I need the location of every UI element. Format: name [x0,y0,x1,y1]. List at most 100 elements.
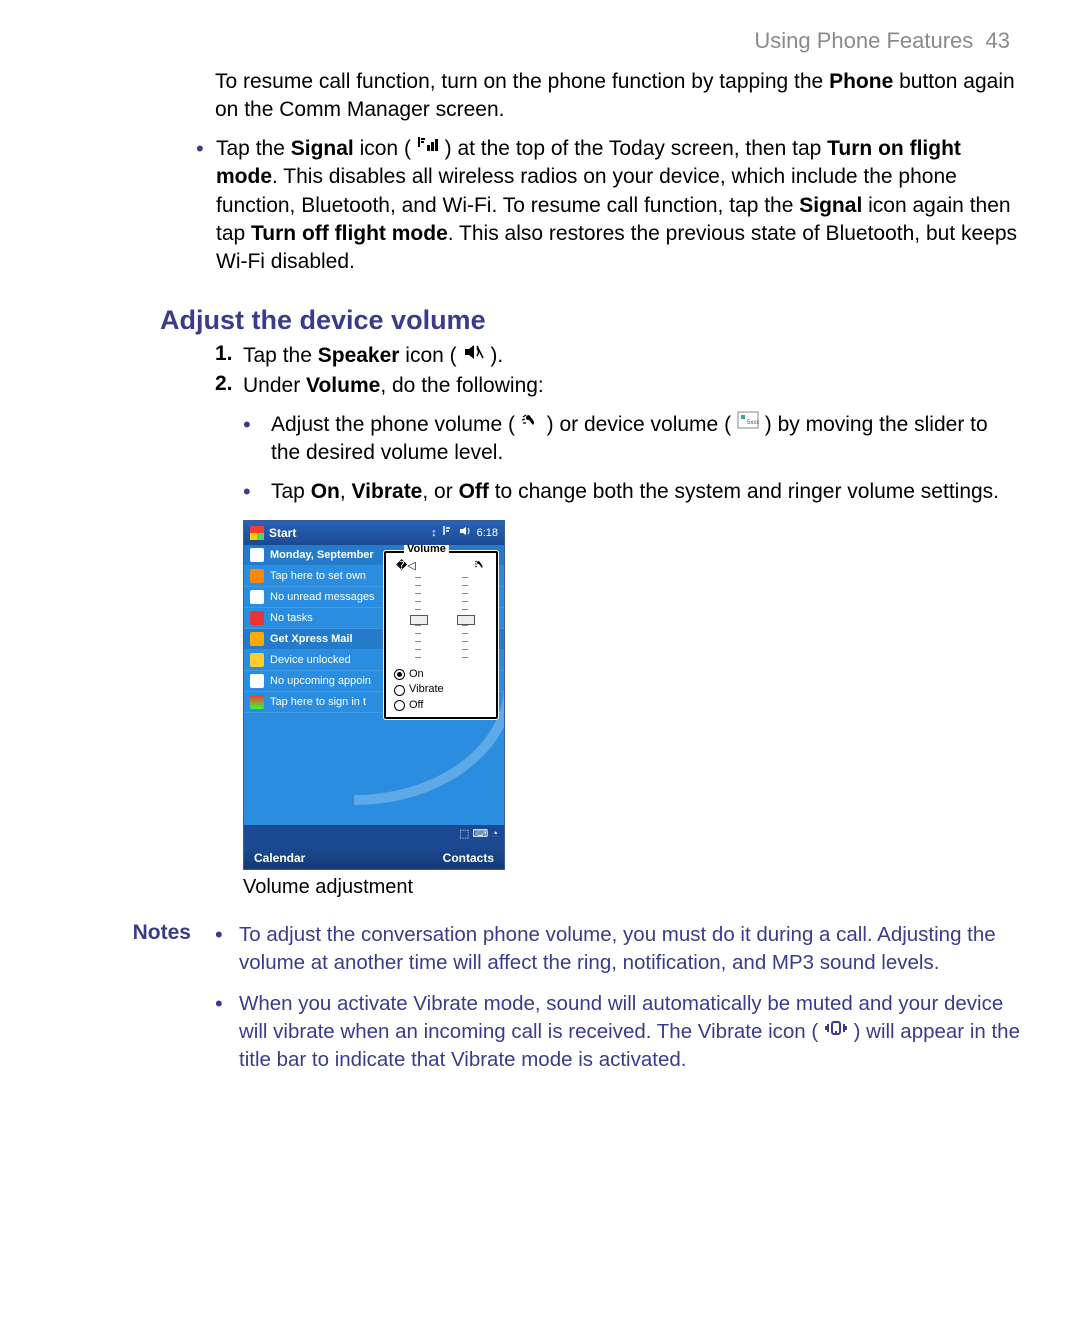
slider-thumb[interactable] [457,615,475,625]
tasks-icon [250,611,264,625]
sub-text: Adjust the phone volume ( ) or device vo… [271,411,1020,468]
text: ). [485,344,504,367]
popup-title: Volume [404,545,449,555]
text: Under [243,374,306,397]
mail-icon [250,590,264,604]
radio-icon [394,685,405,696]
note-text: To adjust the conversation phone volume,… [239,921,1020,976]
list-item-2: 2. Under Volume, do the following: [215,372,1020,400]
device-volume-icon: 5xxx [737,409,759,437]
sub-bullet-list: • Adjust the phone volume ( ) or device … [243,411,1020,506]
sub-bullet-1: • Adjust the phone volume ( ) or device … [243,411,1020,468]
text: ) or device volume ( [541,413,737,436]
bold-volume: Volume [306,374,380,397]
bold-flight-off: Turn off flight mode [251,222,448,245]
text: icon ( [399,344,462,367]
note-item-1: • To adjust the conversation phone volum… [215,921,1020,976]
person-icon [250,569,264,583]
date-text: Monday, September [270,549,374,561]
phone-vol-icon [474,559,486,573]
bullet-marker: • [215,924,239,946]
ordered-list: 1. Tap the Speaker icon ( ). 2. Under Vo… [215,342,1020,401]
radio-group: On Vibrate Off [390,663,492,713]
text: Device unlocked [270,654,351,666]
lock-icon [250,653,264,667]
label: Vibrate [409,682,444,697]
text: icon ( [354,137,417,160]
text: Tap here to set own [270,570,366,582]
device-volume-slider[interactable] [415,577,421,663]
phone-volume-icon [521,409,541,437]
signal-icon [417,133,439,161]
volume-popup: Volume �◁ On Vibrate Off [384,551,498,719]
softkey-left[interactable]: Calendar [254,851,305,865]
radio-icon [394,700,405,711]
softkey-right[interactable]: Contacts [443,851,494,865]
radio-icon [394,669,405,680]
notes-label: Notes [60,921,215,1088]
running-header: Using Phone Features 43 [60,28,1020,54]
text: , or [422,480,458,503]
note-text: When you activate Vibrate mode, sound wi… [239,990,1020,1074]
sync-icon: ↕ [431,527,437,539]
notes-items: • To adjust the conversation phone volum… [215,921,1020,1088]
bold-signal: Signal [291,137,354,160]
radio-on[interactable]: On [394,667,490,682]
text: Adjust the phone volume ( [271,413,521,436]
screenshot-frame: Start ↕ 6:18 Monday, September Tap here … [243,520,505,870]
text: No tasks [270,612,313,624]
radio-off[interactable]: Off [394,698,490,713]
bullet-marker: • [215,993,239,1015]
list-number: 2. [215,372,243,396]
start-label: Start [269,526,296,540]
svg-text:5xxx: 5xxx [747,420,759,426]
bullet-marker: • [243,414,271,436]
text: Tap [271,480,311,503]
list-item-1: 1. Tap the Speaker icon ( ). [215,342,1020,371]
text: Get Xpress Mail [270,633,353,645]
speaker-icon [463,340,485,368]
bullet-text: Tap the Signal icon ( ) at the top of th… [216,135,1020,277]
list-number: 1. [215,342,243,366]
device-screenshot: Start ↕ 6:18 Monday, September Tap here … [243,520,1020,870]
xpress-icon [250,632,264,646]
msn-icon [250,695,264,709]
bullet-marker: • [196,138,216,160]
page-number: 43 [986,28,1010,53]
signal-status-icon [443,525,453,540]
heading-adjust-volume: Adjust the device volume [160,305,1020,336]
text: ) at the top of the Today screen, then t… [439,137,827,160]
slider-thumb[interactable] [410,615,428,625]
text: To resume call function, turn on the pho… [215,70,829,93]
text: Tap the [243,344,318,367]
text: , [340,480,352,503]
figure-caption: Volume adjustment [243,876,1020,899]
section-name: Using Phone Features [754,28,973,53]
bullet-marker: • [243,481,271,503]
bold-speaker: Speaker [318,344,400,367]
label: On [409,667,424,682]
notes-block: Notes • To adjust the conversation phone… [60,921,1020,1088]
speaker-status-icon [459,526,471,539]
bullet-item: • Tap the Signal icon ( ) at the top of … [196,135,1020,277]
globe-icon [250,548,264,562]
text: , do the following: [380,374,543,397]
bold-phone: Phone [829,70,893,93]
calendar-icon [250,674,264,688]
text: Tap the [216,137,291,160]
bold-signal-2: Signal [799,194,862,217]
text: Tap here to sign in t [270,696,366,708]
bold-vibrate: Vibrate [352,480,423,503]
phone-volume-slider[interactable] [462,577,468,663]
list-body: Under Volume, do the following: [243,372,1020,400]
page-body: Using Phone Features 43 To resume call f… [0,0,1080,1128]
system-tray: ⬚ ⌨ ◔ [244,825,504,847]
note-item-2: • When you activate Vibrate mode, sound … [215,990,1020,1074]
bold-off: Off [459,480,489,503]
today-body: Monday, September Tap here to set own No… [244,545,504,825]
text: to change both the system and ringer vol… [489,480,999,503]
start-flag-icon [250,526,264,540]
softkey-bar: Calendar Contacts [244,847,504,869]
sub-bullet-2: • Tap On, Vibrate, or Off to change both… [243,478,1020,506]
radio-vibrate[interactable]: Vibrate [394,682,490,697]
